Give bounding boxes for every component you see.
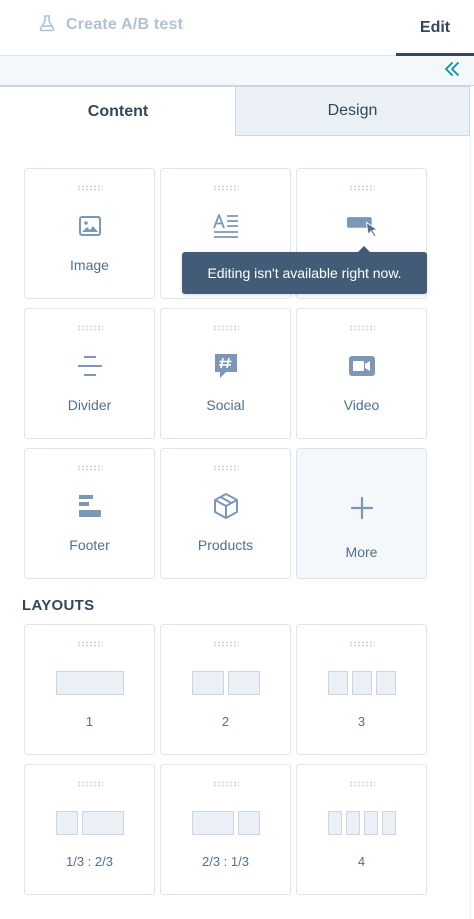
module-label: Image	[70, 257, 109, 273]
plus-icon	[347, 493, 377, 523]
layout-label: 4	[357, 854, 366, 869]
layout-label: 2/3 : 1/3	[202, 854, 249, 869]
module-footer[interactable]: Footer	[24, 448, 155, 579]
layout-2-3-1-3[interactable]: 2/3 : 1/3	[160, 764, 291, 895]
module-label: Divider	[67, 397, 112, 413]
module-label: More	[345, 544, 378, 560]
drag-handle-icon	[76, 185, 103, 191]
double-chevron-left-icon	[444, 61, 460, 81]
footer-icon	[75, 491, 105, 521]
layout-preview	[191, 671, 260, 695]
drag-handle-icon	[212, 325, 239, 331]
drag-handle-icon	[348, 325, 375, 331]
drag-handle-icon	[76, 641, 103, 647]
layout-label: 2	[221, 714, 230, 729]
top-bar: Create A/B test Edit	[0, 0, 474, 57]
more-modules-button[interactable]: More	[296, 448, 427, 579]
drag-handle-icon	[76, 465, 103, 471]
layout-1-column[interactable]: 1	[24, 624, 155, 755]
create-ab-test-label: Create A/B test	[66, 16, 184, 33]
flask-icon	[38, 14, 56, 37]
drag-handle-icon	[348, 641, 375, 647]
module-label: Footer	[69, 537, 110, 553]
drag-handle-icon	[212, 781, 239, 787]
drag-handle-icon	[348, 781, 375, 787]
layout-1-3-2-3[interactable]: 1/3 : 2/3	[24, 764, 155, 895]
layout-preview	[327, 811, 396, 835]
layout-3-columns[interactable]: 3	[296, 624, 427, 755]
layout-label: 1/3 : 2/3	[66, 854, 113, 869]
social-hashtag-icon	[211, 351, 241, 381]
layout-preview	[191, 811, 260, 835]
layout-preview	[55, 671, 124, 695]
drag-handle-icon	[212, 641, 239, 647]
divider-icon	[75, 351, 105, 381]
module-social[interactable]: Social	[160, 308, 291, 439]
tab-edit[interactable]: Edit	[396, 0, 474, 57]
drag-handle-icon	[76, 781, 103, 787]
box-icon	[211, 491, 241, 521]
layout-label: 1	[85, 714, 94, 729]
content-design-tabs: Content Design	[0, 86, 474, 136]
create-ab-test-button[interactable]: Create A/B test	[38, 14, 183, 36]
button-cursor-icon	[346, 211, 377, 241]
video-icon	[347, 351, 377, 381]
module-video[interactable]: Video	[296, 308, 427, 439]
editing-unavailable-tooltip: Editing isn't available right now.	[182, 246, 427, 294]
module-products[interactable]: Products	[160, 448, 291, 579]
tab-design[interactable]: Design	[235, 86, 470, 136]
module-label: Social	[206, 397, 245, 413]
drag-handle-icon	[212, 185, 239, 191]
image-icon	[75, 211, 105, 241]
layouts-heading: LAYOUTS	[22, 597, 95, 614]
layout-preview	[55, 811, 124, 835]
module-label: Video	[343, 397, 380, 413]
text-icon	[211, 211, 241, 241]
drag-handle-icon	[212, 465, 239, 471]
panel-collapse-bar	[0, 56, 474, 86]
tab-content[interactable]: Content	[0, 86, 236, 136]
collapse-panel-button[interactable]	[440, 60, 464, 82]
module-image[interactable]: Image	[24, 168, 155, 299]
layout-4-columns[interactable]: 4	[296, 764, 427, 895]
module-divider[interactable]: Divider	[24, 308, 155, 439]
panel-right-border	[470, 136, 471, 919]
layout-preview	[327, 671, 396, 695]
layout-label: 3	[357, 714, 366, 729]
drag-handle-icon	[76, 325, 103, 331]
layout-2-columns[interactable]: 2	[160, 624, 291, 755]
drag-handle-icon	[348, 185, 375, 191]
module-label: Products	[197, 537, 254, 553]
